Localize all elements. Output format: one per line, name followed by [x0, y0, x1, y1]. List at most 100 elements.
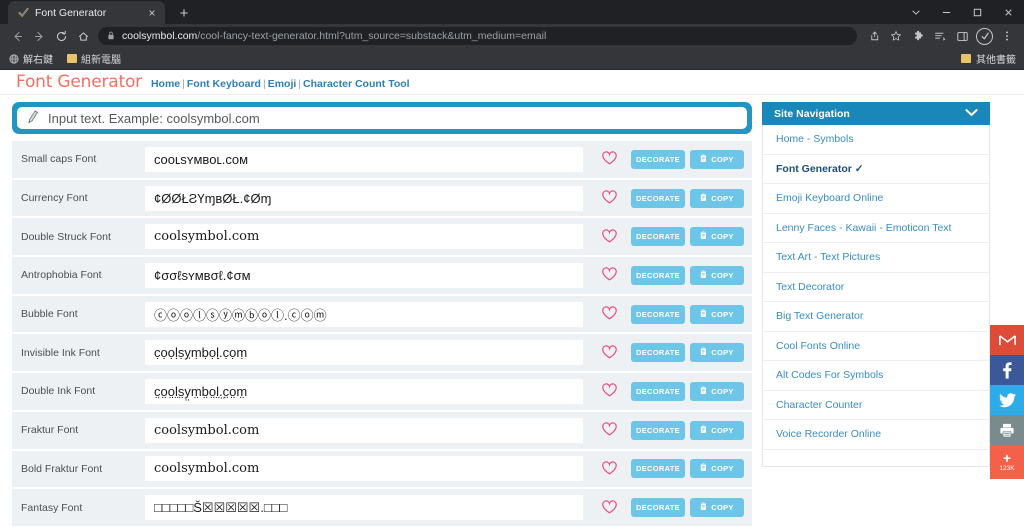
heart-icon[interactable]: [587, 383, 631, 399]
nav-link-character-count-tool[interactable]: Character Count Tool: [303, 78, 410, 90]
lock-icon: [107, 31, 115, 42]
font-row-output[interactable]: ¢σσℓѕʏмвσℓ.¢σм: [145, 262, 583, 288]
chevron-down-icon[interactable]: [965, 108, 978, 120]
sidebar-item-big-text-generator[interactable]: Big Text Generator: [763, 302, 989, 332]
sidebar-item-label: Text Art - Text Pictures: [776, 251, 881, 264]
font-row-output[interactable]: ¢ØØŁƧҮɱʙØŁ.¢Øɱ: [145, 185, 583, 211]
browser-tab[interactable]: Font Generator ×: [8, 1, 165, 24]
chrome-menu-icon[interactable]: [996, 25, 1018, 47]
decorate-button[interactable]: DECORATE: [631, 343, 685, 363]
heart-icon[interactable]: [587, 151, 631, 167]
heart-icon[interactable]: [587, 190, 631, 206]
heart-icon[interactable]: [587, 267, 631, 283]
decorate-button[interactable]: DECORATE: [631, 304, 685, 324]
browser-toolbar: coolsymbol.com/cool-fancy-text-generator…: [0, 24, 1024, 48]
new-tab-button[interactable]: +: [175, 6, 193, 21]
copy-button[interactable]: COPY: [690, 304, 744, 324]
share-icon[interactable]: [863, 25, 885, 47]
decorate-button[interactable]: DECORATE: [631, 498, 685, 518]
bookmark-item[interactable]: 組新電腦: [67, 51, 121, 66]
heart-icon[interactable]: [587, 306, 631, 322]
search-input[interactable]: Input text. Example: coolsymbol.com: [48, 111, 260, 126]
bookmark-item[interactable]: 解右鍵: [8, 51, 53, 66]
minimize-icon[interactable]: [931, 0, 962, 24]
heart-icon[interactable]: [587, 461, 631, 477]
bookmarks-bar: 解右鍵 組新電腦 其他書籤: [0, 48, 1024, 70]
twitter-share-button[interactable]: [990, 385, 1024, 415]
font-row-output[interactable]: ᴄᴏᴏʟsʏᴍʙᴏʟ.ᴄᴏᴍ: [145, 146, 583, 172]
font-row: Bold Fraktur Font coolsymbol.com DECORATE C…: [12, 450, 752, 490]
sidebar-item-cool-fonts-online[interactable]: Cool Fonts Online: [763, 332, 989, 361]
decorate-button[interactable]: DECORATE: [631, 381, 685, 401]
home-icon[interactable]: [72, 25, 94, 47]
maximize-icon[interactable]: [962, 0, 993, 24]
nav-link-font-keyboard[interactable]: Font Keyboard: [187, 78, 261, 90]
font-row-output[interactable]: c̣ọọḷṣỵṃḅọḷ.̣c̣ọṃ: [145, 340, 583, 366]
other-bookmarks-label: 其他書籤: [976, 55, 1016, 66]
font-row-output[interactable]: ⓒⓞⓞⓛⓢⓨⓜⓑⓞⓛ.ⓒⓞⓜ: [145, 301, 583, 327]
heart-icon[interactable]: [587, 228, 631, 245]
other-bookmarks[interactable]: 其他書籤: [961, 51, 1016, 66]
copy-button-label: COPY: [711, 309, 734, 319]
sidebar-item-voice-recorder-online[interactable]: Voice Recorder Online: [763, 420, 989, 450]
star-icon[interactable]: [885, 25, 907, 47]
sidebar: Site Navigation Home - Symbols Font Gener…: [762, 102, 990, 527]
tab-title: Font Generator: [35, 6, 107, 19]
heart-icon[interactable]: [587, 499, 631, 516]
back-icon[interactable]: [6, 25, 28, 47]
sidebar-header[interactable]: Site Navigation: [762, 102, 990, 125]
sidebar-item-home-symbols[interactable]: Home - Symbols: [763, 125, 989, 155]
sidebar-item-alt-codes-for-symbols[interactable]: Alt Codes For Symbols: [763, 361, 989, 391]
sidebar-item-lenny-faces-kawaii-emoticon-text[interactable]: Lenny Faces - Kawaii - Emoticon Text: [763, 214, 989, 243]
copy-button-label: COPY: [711, 193, 734, 203]
decorate-button[interactable]: DECORATE: [631, 265, 685, 285]
gmail-share-button[interactable]: [990, 325, 1024, 355]
sidebar-item-emoji-keyboard-online[interactable]: Emoji Keyboard Online: [763, 184, 989, 214]
heart-icon[interactable]: [587, 345, 631, 361]
nav-link-emoji[interactable]: Emoji: [268, 78, 297, 90]
extensions-puzzle-icon[interactable]: [907, 25, 929, 47]
clipboard-icon: [700, 231, 708, 242]
copy-button[interactable]: COPY: [690, 149, 744, 169]
copy-button-label: COPY: [711, 232, 734, 242]
reading-list-icon[interactable]: [929, 25, 951, 47]
print-button[interactable]: [990, 415, 1024, 445]
copy-button[interactable]: COPY: [690, 459, 744, 479]
profile-avatar[interactable]: [976, 27, 993, 45]
decorate-button[interactable]: DECORATE: [631, 459, 685, 479]
font-row-output[interactable]: □□□□□Š☒☒☒☒☒.□□□: [145, 495, 583, 521]
decorate-button[interactable]: DECORATE: [631, 227, 685, 247]
sidebar-item-font-generator[interactable]: Font Generator ✓: [763, 155, 989, 184]
copy-button[interactable]: COPY: [690, 265, 744, 285]
address-bar[interactable]: coolsymbol.com/cool-fancy-text-generator…: [98, 27, 857, 45]
decorate-button[interactable]: DECORATE: [631, 149, 685, 169]
reload-icon[interactable]: [50, 25, 72, 47]
close-icon[interactable]: [993, 0, 1024, 24]
chevron-down-icon[interactable]: [900, 0, 931, 24]
copy-button[interactable]: COPY: [690, 227, 744, 247]
copy-button[interactable]: COPY: [690, 381, 744, 401]
more-share-button[interactable]: + 123K: [990, 445, 1024, 479]
sidebar-item-text-decorator[interactable]: Text Decorator: [763, 273, 989, 302]
font-row: Double Ink Font c̤o̤o̤l̤s̤y̤m̤b̤o̤l̤.̤c̤o…: [12, 373, 752, 412]
copy-button[interactable]: COPY: [690, 343, 744, 363]
copy-button[interactable]: COPY: [690, 188, 744, 208]
font-row-output[interactable]: coolsymbol.com: [145, 224, 583, 250]
sidebar-item-text-art-text-pictures[interactable]: Text Art - Text Pictures: [763, 243, 989, 273]
font-row-output[interactable]: coolsymbol.com: [145, 417, 583, 443]
decorate-button[interactable]: DECORATE: [631, 188, 685, 208]
copy-button[interactable]: COPY: [690, 420, 744, 440]
sidebar-item-character-counter[interactable]: Character Counter: [763, 391, 989, 420]
heart-icon[interactable]: [587, 422, 631, 438]
facebook-share-button[interactable]: [990, 355, 1024, 385]
decorate-button[interactable]: DECORATE: [631, 420, 685, 440]
nav-link-home[interactable]: Home: [151, 78, 180, 90]
copy-button-label: COPY: [711, 348, 734, 358]
text-input-inner[interactable]: Input text. Example: coolsymbol.com: [17, 107, 747, 129]
forward-icon[interactable]: [28, 25, 50, 47]
copy-button[interactable]: COPY: [690, 498, 744, 518]
close-icon[interactable]: ×: [145, 7, 159, 19]
font-row-output[interactable]: c̤o̤o̤l̤s̤y̤m̤b̤o̤l̤.̤c̤o̤m̤: [145, 378, 583, 404]
side-panel-icon[interactable]: [951, 25, 973, 47]
font-row-output[interactable]: coolsymbol.com: [145, 456, 583, 482]
